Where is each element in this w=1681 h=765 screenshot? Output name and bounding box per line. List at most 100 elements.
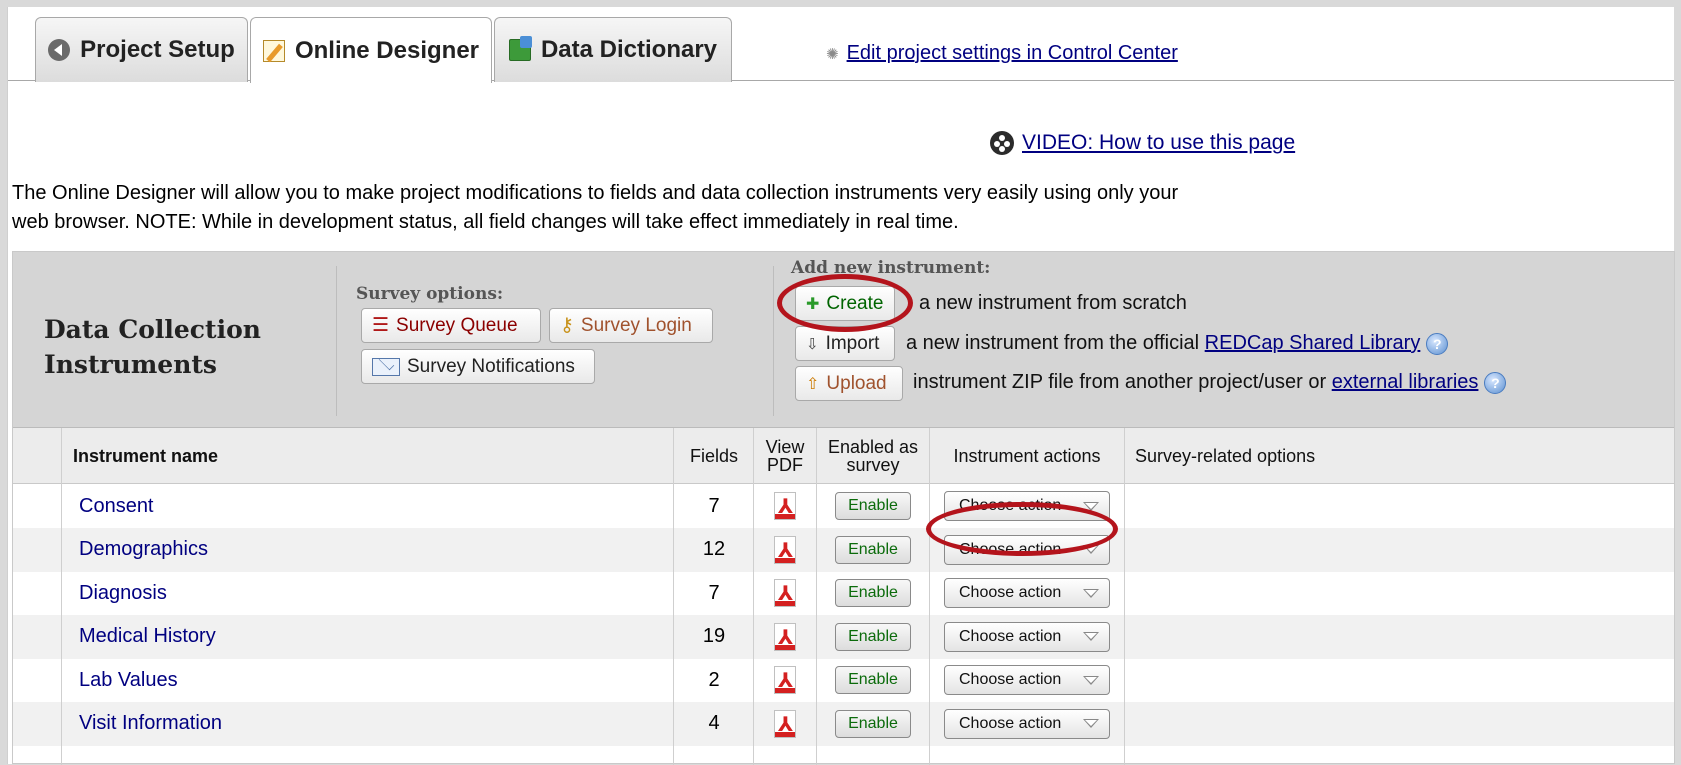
survey-login-label: Survey Login [580,314,692,336]
grid-line [816,428,817,765]
control-center-link[interactable]: Edit project settings in Control Center [847,42,1178,65]
upload-label: Upload [826,372,887,394]
intro-line-1: The Online Designer will allow you to ma… [12,182,1179,204]
table-row: Medical History 19 Enable Choose action [13,614,1674,659]
tab-label: Project Setup [80,36,235,63]
tab-project-setup[interactable]: Project Setup [35,17,248,82]
col-instrument-name: Instrument name [73,445,219,466]
column-header-row: Instrument name Fields View PDF Enabled … [13,428,1674,484]
tab-data-dictionary[interactable]: Data Dictionary [494,17,732,82]
chevron-down-icon [1083,675,1099,685]
field-count: 2 [708,668,720,691]
choose-action-dropdown[interactable]: Choose action [944,708,1110,739]
instruments-header-panel: Data Collection Instruments Survey optio… [13,252,1674,428]
table-row: Lab Values 2 Enable Choose action [13,658,1674,702]
pdf-icon[interactable] [774,579,796,607]
choose-action-dropdown[interactable]: Choose action [944,621,1110,652]
field-count: 12 [702,538,726,560]
col-instrument-actions: Instrument actions [953,446,1101,466]
choose-action-label: Choose action [959,714,1062,732]
pdf-icon[interactable] [774,535,796,564]
field-count: 7 [708,494,720,517]
field-count: 19 [702,625,726,647]
video-link[interactable]: VIDEO: How to use this page [1022,131,1295,155]
survey-notifications-button[interactable]: Survey Notifications [361,349,595,384]
import-description-wrap: a new instrument from the official REDCa… [906,332,1449,355]
external-libraries-link[interactable]: external libraries [1332,371,1479,393]
enable-survey-button[interactable]: Enable [835,535,911,564]
video-link-wrap: VIDEO: How to use this page [990,131,1295,155]
table-row: Consent 7 Enable Choose action [13,484,1674,528]
enable-survey-button[interactable]: Enable [835,622,911,651]
pdf-icon[interactable] [774,492,796,520]
survey-login-button[interactable]: ⚷ Survey Login [549,308,713,343]
intro-text: The Online Designer will allow you to ma… [12,179,1312,237]
choose-action-dropdown[interactable]: Choose action [944,491,1110,521]
table-row: Visit Information 4 Enable Choose action [13,701,1674,746]
enable-survey-button[interactable]: Enable [835,709,911,738]
shared-library-link[interactable]: REDCap Shared Library [1205,332,1421,354]
survey-queue-label: Survey Queue [396,314,518,336]
create-description: a new instrument from scratch [919,292,1187,314]
back-arrow-icon [48,39,71,61]
instrument-name-link[interactable]: Consent [79,495,154,518]
table-row: Demographics 12 Enable Choose action [13,527,1674,572]
panel-title-line-2: Instruments [44,350,217,379]
panel-title-line-1: Data Collection [44,315,261,344]
choose-action-dropdown[interactable]: Choose action [944,665,1110,695]
instrument-name-link[interactable]: Lab Values [79,669,178,692]
chevron-down-icon [1083,588,1099,598]
choose-action-label: Choose action [959,671,1062,688]
pdf-icon[interactable] [774,709,796,738]
divider [773,266,774,416]
survey-options-label: Survey options: [356,284,504,304]
control-center-link-wrap: ✺ Edit project settings in Control Cente… [826,42,1178,65]
grid-line [753,428,754,765]
tab-label: Data Dictionary [540,36,718,63]
import-description: a new instrument from the official [906,332,1200,354]
instrument-name-link[interactable]: Medical History [79,625,216,648]
import-button[interactable]: ⇩ Import [795,326,895,361]
survey-notifications-label: Survey Notifications [407,355,575,377]
col-enabled-as-survey: Enabled as survey [827,437,919,475]
choose-action-label: Choose action [959,584,1062,601]
survey-queue-button[interactable]: ☰ Survey Queue [361,308,541,343]
envelope-icon [372,357,400,376]
chevron-down-icon [1083,719,1099,728]
grid-line [61,428,62,765]
col-fields: Fields [689,446,738,466]
table-row: Diagnosis 7 Enable Choose action [13,571,1674,615]
choose-action-label: Choose action [959,497,1062,514]
col-view-pdf: View PDF [765,437,805,475]
instrument-name-link[interactable]: Visit Information [79,712,222,735]
instrument-name-link[interactable]: Demographics [79,538,208,561]
upload-button[interactable]: ⇧ Upload [795,366,903,401]
help-icon[interactable]: ? [1426,332,1449,355]
grid-line [1124,428,1125,765]
field-count: 4 [708,712,720,734]
pencil-edit-icon [262,39,285,62]
enable-survey-button[interactable]: Enable [835,666,911,694]
pdf-icon[interactable] [774,666,796,694]
tab-online-designer[interactable]: Online Designer [250,17,492,83]
enable-survey-button[interactable]: Enable [835,579,911,607]
panel-title: Data Collection Instruments [44,312,324,382]
instrument-name-link[interactable]: Diagnosis [79,582,167,605]
choose-action-label: Choose action [959,540,1062,558]
gear-icon: ✺ [826,45,839,63]
choose-action-dropdown[interactable]: Choose action [944,534,1110,565]
key-icon: ⚷ [560,315,574,336]
upload-arrow-icon: ⇧ [806,375,820,393]
col-survey-related-options: Survey-related options [1135,445,1316,466]
pdf-icon[interactable] [774,622,796,651]
data-dictionary-icon [508,36,532,61]
chevron-down-icon [1083,632,1099,641]
import-label: Import [825,332,880,354]
create-button[interactable]: ✚ Create [795,286,895,321]
help-icon[interactable]: ? [1484,371,1507,394]
choose-action-dropdown[interactable]: Choose action [944,578,1110,608]
grid-line [673,428,674,765]
enable-survey-button[interactable]: Enable [835,492,911,520]
field-count: 7 [708,581,720,604]
divider [336,266,337,416]
